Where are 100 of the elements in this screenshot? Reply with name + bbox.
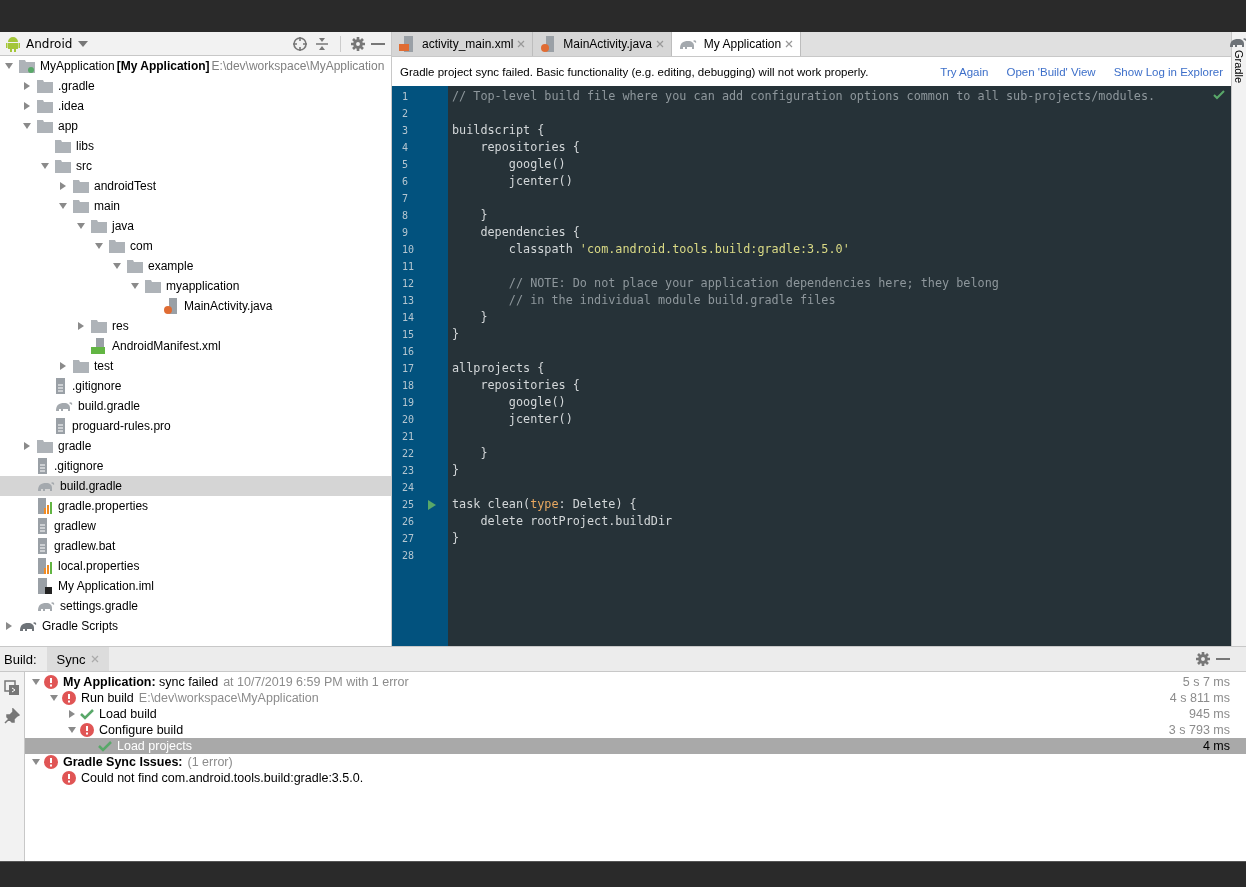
expand-arrow-icon[interactable] xyxy=(94,241,104,251)
build-step[interactable]: Run build xyxy=(81,691,134,705)
crosshair-icon[interactable] xyxy=(292,35,308,52)
collapse-all-icon[interactable] xyxy=(314,35,330,52)
expand-arrow-icon[interactable] xyxy=(67,725,77,735)
tree-item-label[interactable]: gradle xyxy=(58,439,92,453)
expand-arrow-icon[interactable] xyxy=(22,121,32,131)
step-duration: 4 ms xyxy=(1202,739,1230,753)
collapse-arrow-icon[interactable] xyxy=(58,181,68,191)
tree-item-label[interactable]: AndroidManifest.xml xyxy=(112,339,221,353)
dropdown-caret-icon[interactable] xyxy=(78,40,89,47)
text-file-icon xyxy=(55,418,67,434)
collapse-arrow-icon[interactable] xyxy=(67,709,77,719)
build-step[interactable]: Configure build xyxy=(99,723,184,737)
collapse-arrow-icon[interactable] xyxy=(4,621,14,631)
tree-item-label[interactable]: MainActivity.java xyxy=(184,299,273,313)
tree-item-label[interactable]: main xyxy=(94,199,120,213)
build-step[interactable]: Load build xyxy=(99,707,157,721)
tree-item-label[interactable]: Gradle Scripts xyxy=(42,619,119,633)
tree-item-label[interactable]: java xyxy=(112,219,134,233)
gradle-tool-tab[interactable]: Gradle xyxy=(1233,50,1245,84)
collapse-arrow-icon[interactable] xyxy=(22,101,32,111)
line-number: 27 xyxy=(401,533,416,544)
expand-arrow-icon[interactable] xyxy=(58,201,68,211)
tree-item-label[interactable]: app xyxy=(58,119,79,133)
tree-item-label[interactable]: test xyxy=(94,359,114,373)
editor-tab[interactable]: My Application xyxy=(671,32,802,56)
code-line: // NOTE: Do not place your application dependencies here; they belong xyxy=(507,276,999,290)
close-icon[interactable] xyxy=(517,40,526,48)
expand-arrow-icon[interactable] xyxy=(76,221,86,231)
folder-icon xyxy=(91,319,107,333)
tree-item-label[interactable]: src xyxy=(76,159,92,173)
line-number: 14 xyxy=(401,312,416,323)
line-number: 18 xyxy=(401,380,416,391)
expand-arrow-icon[interactable] xyxy=(112,261,122,271)
tree-item-label[interactable]: res xyxy=(112,319,129,333)
code-line: // in the individual module build.gradle files xyxy=(507,293,836,307)
run-icon[interactable] xyxy=(428,499,436,510)
tree-item-label[interactable]: .gitignore xyxy=(54,459,104,473)
tree-item-label[interactable]: proguard-rules.pro xyxy=(72,419,171,433)
expand-arrow-icon[interactable] xyxy=(49,693,59,703)
expand-arrow-icon[interactable] xyxy=(40,161,50,171)
expand-arrow-icon[interactable] xyxy=(4,61,14,71)
settings-icon[interactable] xyxy=(351,36,365,51)
view-selector[interactable]: Android xyxy=(26,36,73,51)
tree-item-label[interactable]: build.gradle xyxy=(78,399,141,413)
tree-item-label[interactable]: .gitignore xyxy=(72,379,122,393)
build-step[interactable]: Could not find com.android.tools.build:gradle:3.5.0. xyxy=(81,771,364,785)
line-number: 22 xyxy=(401,448,416,459)
line-number: 13 xyxy=(401,295,416,306)
close-icon[interactable] xyxy=(785,40,794,48)
tree-item-label[interactable]: My Application.iml xyxy=(58,579,155,593)
expand-arrow-icon[interactable] xyxy=(31,757,41,767)
tree-item-label[interactable]: .idea xyxy=(58,99,85,113)
pin-icon[interactable] xyxy=(4,708,20,724)
editor-tab[interactable]: activity_main.xml xyxy=(392,32,534,56)
error-icon xyxy=(62,691,76,705)
step-detail: E:\dev\workspace\MyApplication xyxy=(138,691,319,705)
tree-item-label[interactable]: build.gradle xyxy=(60,479,123,493)
banner-link[interactable]: Open 'Build' View xyxy=(1006,65,1096,78)
tree-item-label[interactable]: settings.gradle xyxy=(60,599,139,613)
collapse-arrow-icon[interactable] xyxy=(76,321,86,331)
tree-item-label[interactable]: .gradle xyxy=(58,79,95,93)
tree-item-label[interactable]: androidTest xyxy=(94,179,157,193)
tree-item-label[interactable]: gradlew xyxy=(54,519,97,533)
properties-file-icon xyxy=(37,558,53,574)
banner-link[interactable]: Try Again xyxy=(940,65,989,78)
code-line: // Top-level build file where you can add configuration options common to all sub-projects/modules. xyxy=(452,89,1156,103)
collapse-arrow-icon[interactable] xyxy=(22,441,32,451)
tree-item-label[interactable]: local.properties xyxy=(58,559,140,573)
check-icon xyxy=(98,740,112,752)
collapse-arrow-icon[interactable] xyxy=(58,361,68,371)
expand-arrow-icon[interactable] xyxy=(31,677,41,687)
tree-item-label[interactable]: com xyxy=(130,239,153,253)
tree-item-label[interactable]: libs xyxy=(76,139,94,153)
line-number: 28 xyxy=(401,550,416,561)
tree-item-label[interactable]: gradlew.bat xyxy=(54,539,116,553)
code-line: dependencies { xyxy=(479,225,580,239)
code-line: google() xyxy=(507,395,566,409)
error-icon xyxy=(44,675,58,689)
tree-item-label[interactable]: myapplication xyxy=(166,279,240,293)
minimize-icon[interactable] xyxy=(1216,657,1230,661)
tree-item-label[interactable]: example xyxy=(148,259,194,273)
collapse-arrow-icon[interactable] xyxy=(22,81,32,91)
sync-tab[interactable]: Sync xyxy=(46,647,110,671)
code-line: repositories { xyxy=(479,378,580,392)
line-number: 1 xyxy=(401,91,410,102)
tree-item-label[interactable]: MyApplication xyxy=(40,59,115,73)
settings-icon[interactable] xyxy=(1196,652,1210,666)
tree-item-label[interactable]: gradle.properties xyxy=(58,499,149,513)
close-icon[interactable] xyxy=(655,40,664,48)
code-line: } xyxy=(452,463,460,477)
editor-tab[interactable]: MainActivity.java xyxy=(533,32,672,56)
console-icon[interactable] xyxy=(4,680,20,696)
build-step[interactable]: Gradle Sync Issues: xyxy=(63,755,183,769)
banner-link[interactable]: Show Log in Explorer xyxy=(1113,65,1223,78)
code-line: classpath 'com.android.tools.build:gradle:3.5.0' xyxy=(507,242,850,256)
expand-arrow-icon[interactable] xyxy=(130,281,140,291)
check-icon xyxy=(1213,90,1225,100)
build-step[interactable]: My Application: sync failed xyxy=(63,675,219,689)
